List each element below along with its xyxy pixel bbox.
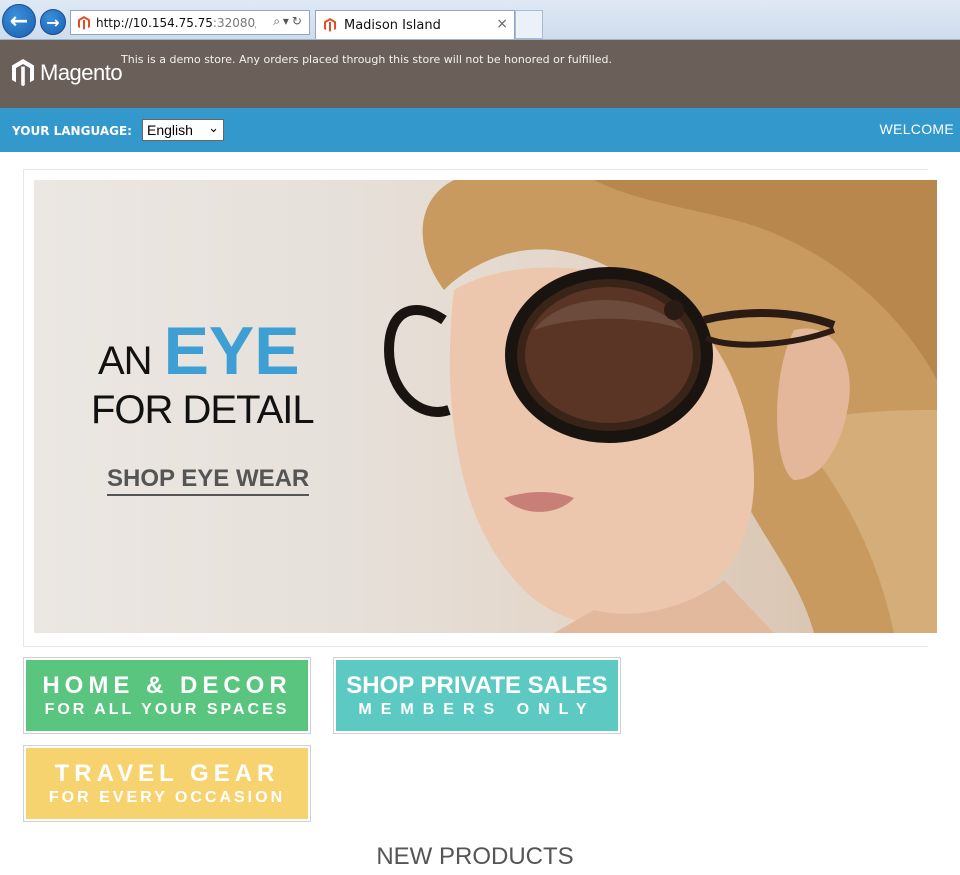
magento-logo-icon [12,59,34,87]
promo-travel-gear[interactable]: TRAVEL GEAR FOR EVERY OCCASION [23,745,311,822]
back-button[interactable]: ← [2,4,36,38]
promo-title: TRAVEL GEAR [54,759,280,787]
url-port: :32080/ [212,15,256,30]
language-select[interactable]: English ⌄ [142,119,224,141]
promo-subtitle: FOR EVERY OCCASION [48,788,286,806]
magento-favicon-icon [78,15,90,30]
language-label: YOUR LANGUAGE: [12,124,132,138]
promo-home-decor-content: HOME & DECOR FOR ALL YOUR SPACES [26,660,308,731]
browser-tab[interactable]: Madison Island × [315,10,515,39]
hero-headline-line2: FOR DETAIL [91,388,315,432]
demo-notice: This is a demo store. Any orders placed … [121,53,613,66]
promo-subtitle: FOR ALL YOUR SPACES [44,700,290,718]
promo-subtitle: MEMBERS ONLY [358,700,596,718]
hero-headline-line1: AN EYE [98,312,300,390]
hero-headline-highlight: EYE [163,313,300,389]
promo-title: SHOP PRIVATE SALES [346,671,608,699]
hero-headline-prefix: AN [98,339,153,383]
tab-title: Madison Island [344,17,441,33]
arrow-right-icon: → [46,12,60,32]
chevron-down-icon: ⌄ [208,120,219,135]
new-tab-button[interactable] [515,10,543,39]
demo-header [0,40,960,108]
promo-private-sales-content: SHOP PRIVATE SALES MEMBERS ONLY [336,660,618,731]
welcome-message: WELCOME [879,121,954,137]
address-bar[interactable]: http://10.154.75.75:32080/ ⌕▾↻ [70,10,310,35]
arrow-left-icon: ← [9,8,29,34]
url-text: http://10.154.75.75:32080/ [96,16,256,30]
new-products-heading: NEW PRODUCTS [376,843,574,870]
promo-private-sales[interactable]: SHOP PRIVATE SALES MEMBERS ONLY [333,657,621,734]
search-refresh-icon[interactable]: ⌕▾↻ [273,14,305,29]
promo-home-decor[interactable]: HOME & DECOR FOR ALL YOUR SPACES [23,657,311,734]
magento-logo[interactable]: Magento [11,58,123,88]
forward-button[interactable]: → [40,9,66,35]
url-host: http://10.154.75.75 [96,15,213,30]
promo-travel-gear-content: TRAVEL GEAR FOR EVERY OCCASION [26,748,308,819]
close-icon[interactable]: × [496,16,508,32]
language-selected-value: English [147,122,193,138]
logo-text: Magento [40,60,123,85]
promo-title: HOME & DECOR [42,671,292,699]
shop-eye-wear-link[interactable]: SHOP EYE WEAR [107,465,310,496]
magento-favicon-icon [324,18,336,32]
